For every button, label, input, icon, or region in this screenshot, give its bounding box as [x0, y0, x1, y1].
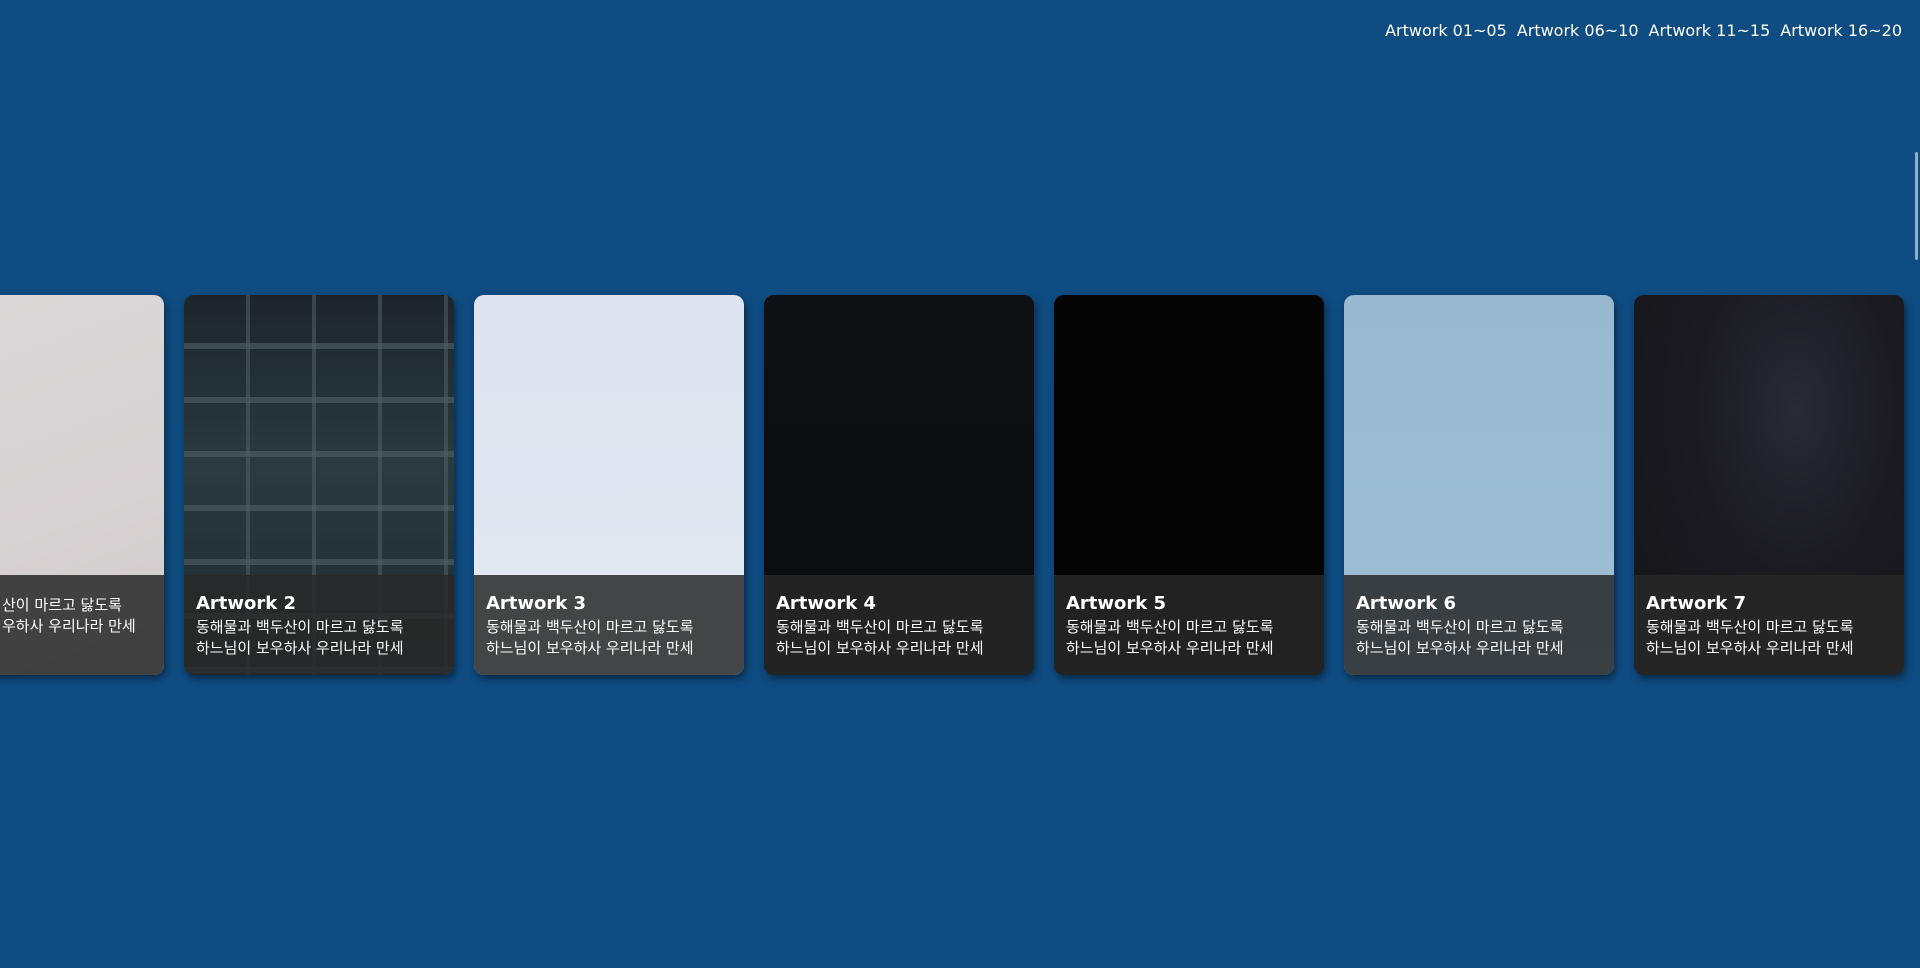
artwork-description-line-2: 하느님이 보우하사 우리나라 만세: [1066, 639, 1274, 657]
artwork-description: 산이 마르고 닳도록 우하사 우리나라 만세: [0, 595, 152, 637]
artwork-description-line-1: 산이 마르고 닳도록: [2, 596, 122, 614]
scrollbar-thumb[interactable]: [1915, 152, 1918, 260]
artwork-title: Artwork 4: [776, 593, 877, 614]
artwork-caption: 산이 마르고 닳도록 우하사 우리나라 만세: [0, 575, 164, 675]
top-nav: Artwork 01~05 Artwork 06~10 Artwork 11~1…: [1385, 20, 1902, 42]
artwork-description: 동해물과 백두산이 마르고 닳도록 하느님이 보우하사 우리나라 만세: [1066, 617, 1312, 659]
artwork-description-line-1: 동해물과 백두산이 마르고 닳도록: [1356, 618, 1564, 636]
artwork-description-line-1: 동해물과 백두산이 마르고 닳도록: [196, 618, 404, 636]
nav-link-artwork-11-15[interactable]: Artwork 11~15: [1649, 20, 1771, 42]
artwork-description: 동해물과 백두산이 마르고 닳도록 하느님이 보우하사 우리나라 만세: [486, 617, 732, 659]
artwork-card-7[interactable]: Artwork 7 동해물과 백두산이 마르고 닳도록 하느님이 보우하사 우리…: [1634, 295, 1904, 675]
artwork-title: Artwork 6: [1356, 593, 1457, 614]
artwork-card-2[interactable]: Artwork 2 동해물과 백두산이 마르고 닳도록 하느님이 보우하사 우리…: [184, 295, 454, 675]
artwork-caption: Artwork 6 동해물과 백두산이 마르고 닳도록 하느님이 보우하사 우리…: [1344, 575, 1614, 675]
artwork-title: Artwork 5: [1066, 593, 1167, 614]
artwork-description: 동해물과 백두산이 마르고 닳도록 하느님이 보우하사 우리나라 만세: [196, 617, 442, 659]
artwork-card-1[interactable]: 산이 마르고 닳도록 우하사 우리나라 만세: [0, 295, 164, 675]
artwork-caption: Artwork 2 동해물과 백두산이 마르고 닳도록 하느님이 보우하사 우리…: [184, 575, 454, 675]
artwork-title: Artwork 7: [1646, 593, 1747, 614]
gallery-page: Artwork 01~05 Artwork 06~10 Artwork 11~1…: [0, 0, 1920, 968]
artwork-caption: Artwork 5 동해물과 백두산이 마르고 닳도록 하느님이 보우하사 우리…: [1054, 575, 1324, 675]
nav-link-artwork-16-20[interactable]: Artwork 16~20: [1780, 20, 1902, 42]
nav-link-artwork-01-05[interactable]: Artwork 01~05: [1385, 20, 1507, 42]
artwork-carousel: 산이 마르고 닳도록 우하사 우리나라 만세 Artwork 2 동해물과 백두…: [0, 295, 1920, 675]
artwork-description-line-2: 하느님이 보우하사 우리나라 만세: [486, 639, 694, 657]
artwork-description-line-1: 동해물과 백두산이 마르고 닳도록: [1066, 618, 1274, 636]
artwork-title: Artwork 2: [196, 593, 297, 614]
artwork-card-4[interactable]: Artwork 4 동해물과 백두산이 마르고 닳도록 하느님이 보우하사 우리…: [764, 295, 1034, 675]
artwork-card-3[interactable]: Artwork 3 동해물과 백두산이 마르고 닳도록 하느님이 보우하사 우리…: [474, 295, 744, 675]
artwork-description-line-2: 하느님이 보우하사 우리나라 만세: [1646, 639, 1854, 657]
artwork-description-line-2: 하느님이 보우하사 우리나라 만세: [776, 639, 984, 657]
artwork-description-line-1: 동해물과 백두산이 마르고 닳도록: [1646, 618, 1854, 636]
artwork-description-line-1: 동해물과 백두산이 마르고 닳도록: [776, 618, 984, 636]
artwork-description: 동해물과 백두산이 마르고 닳도록 하느님이 보우하사 우리나라 만세: [1356, 617, 1602, 659]
nav-link-artwork-06-10[interactable]: Artwork 06~10: [1517, 20, 1639, 42]
artwork-title: Artwork 3: [486, 593, 587, 614]
artwork-card-5[interactable]: Artwork 5 동해물과 백두산이 마르고 닳도록 하느님이 보우하사 우리…: [1054, 295, 1324, 675]
artwork-description-line-2: 우하사 우리나라 만세: [2, 617, 136, 635]
artwork-caption: Artwork 4 동해물과 백두산이 마르고 닳도록 하느님이 보우하사 우리…: [764, 575, 1034, 675]
artwork-description-line-1: 동해물과 백두산이 마르고 닳도록: [486, 618, 694, 636]
artwork-description-line-2: 하느님이 보우하사 우리나라 만세: [196, 639, 404, 657]
artwork-description-line-2: 하느님이 보우하사 우리나라 만세: [1356, 639, 1564, 657]
artwork-description: 동해물과 백두산이 마르고 닳도록 하느님이 보우하사 우리나라 만세: [776, 617, 1022, 659]
artwork-card-6[interactable]: Artwork 6 동해물과 백두산이 마르고 닳도록 하느님이 보우하사 우리…: [1344, 295, 1614, 675]
artwork-caption: Artwork 7 동해물과 백두산이 마르고 닳도록 하느님이 보우하사 우리…: [1634, 575, 1904, 675]
artwork-description: 동해물과 백두산이 마르고 닳도록 하느님이 보우하사 우리나라 만세: [1646, 617, 1892, 659]
artwork-caption: Artwork 3 동해물과 백두산이 마르고 닳도록 하느님이 보우하사 우리…: [474, 575, 744, 675]
